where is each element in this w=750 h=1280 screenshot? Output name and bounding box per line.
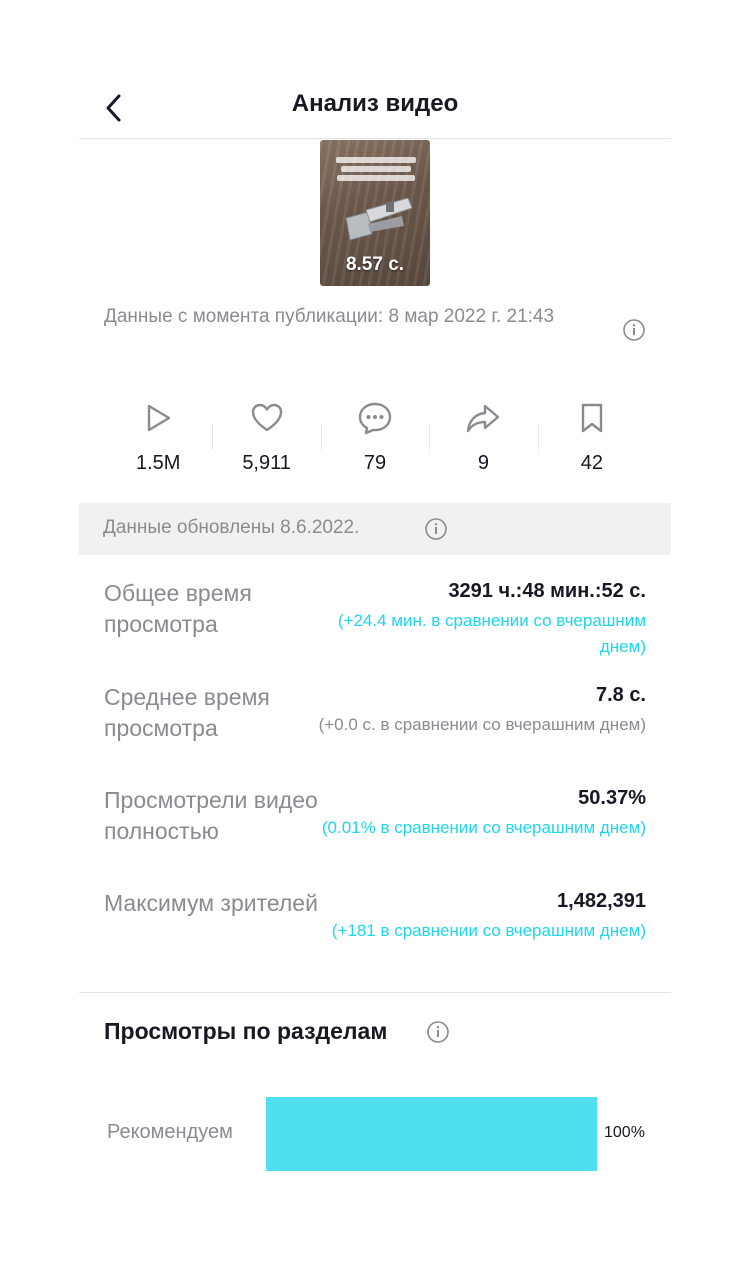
info-icon[interactable] [426, 1020, 450, 1044]
publication-date-text: Данные с момента публикации: 8 мар 2022 … [104, 306, 555, 327]
section-divider [79, 992, 671, 993]
traffic-source-percent: 100% [604, 1124, 645, 1141]
metric-comparison: (+181 в сравнении со вчерашним днем) [331, 921, 646, 940]
section-title: Просмотры по разделам [104, 1018, 388, 1044]
stat-value: 79 [363, 452, 387, 474]
engagement-stats: 1.5M 5,911 79 9 42 [104, 398, 646, 482]
top-bar: Анализ видео [79, 72, 671, 139]
share-icon [467, 404, 500, 433]
stat-value: 9 [477, 452, 489, 474]
traffic-source-bar [266, 1097, 597, 1171]
metric-label: Просмотрели видео полностью [104, 787, 318, 844]
stat-value: 42 [580, 452, 603, 474]
video-duration: 8.57 с. [345, 254, 405, 275]
traffic-source-label: Рекомендуем [107, 1121, 233, 1143]
stat-value: 1.5M [135, 452, 181, 474]
metric-comparison: (+24.4 мин. в сравнении со вчерашним дне… [337, 611, 646, 656]
stat-comments: 79 [320, 398, 429, 482]
metric-value: 3291 ч.:48 мин.:52 с. [448, 580, 646, 602]
stat-value: 5,911 [242, 452, 291, 474]
stat-likes: 5,911 [212, 398, 320, 482]
metric-comparison: (+0.0 с. в сравнении со вчерашним днем) [318, 715, 646, 734]
info-icon[interactable] [622, 318, 646, 342]
metric-label: Среднее время просмотра [104, 684, 270, 741]
stat-shares: 9 [429, 398, 537, 482]
comment-icon [358, 402, 392, 435]
metric-value: 7.8 с. [595, 684, 646, 706]
page-title: Анализ видео [291, 90, 459, 117]
bookmark-icon [581, 403, 603, 433]
metric-label: Максимум зрителей [104, 890, 318, 916]
data-updated-text: Данные обновлены 8.6.2022. [103, 517, 360, 538]
thumbnail-caption-overlay [334, 154, 418, 184]
data-updated-banner: Данные обновлены 8.6.2022. [79, 503, 671, 555]
metric-value: 50.37% [578, 787, 646, 809]
play-icon [148, 404, 171, 432]
video-thumbnail[interactable]: 8.57 с. [320, 140, 430, 286]
metric-value: 1,482,391 [557, 890, 646, 912]
info-icon[interactable] [424, 517, 448, 541]
stat-saves: 42 [537, 398, 646, 482]
metric-comparison: (0.01% в сравнении со вчерашним днем) [321, 818, 646, 837]
stat-views: 1.5M [104, 398, 212, 482]
heart-icon [251, 403, 282, 432]
thumbnail-tool-image [345, 198, 413, 241]
metric-label: Общее время просмотра [104, 580, 252, 637]
